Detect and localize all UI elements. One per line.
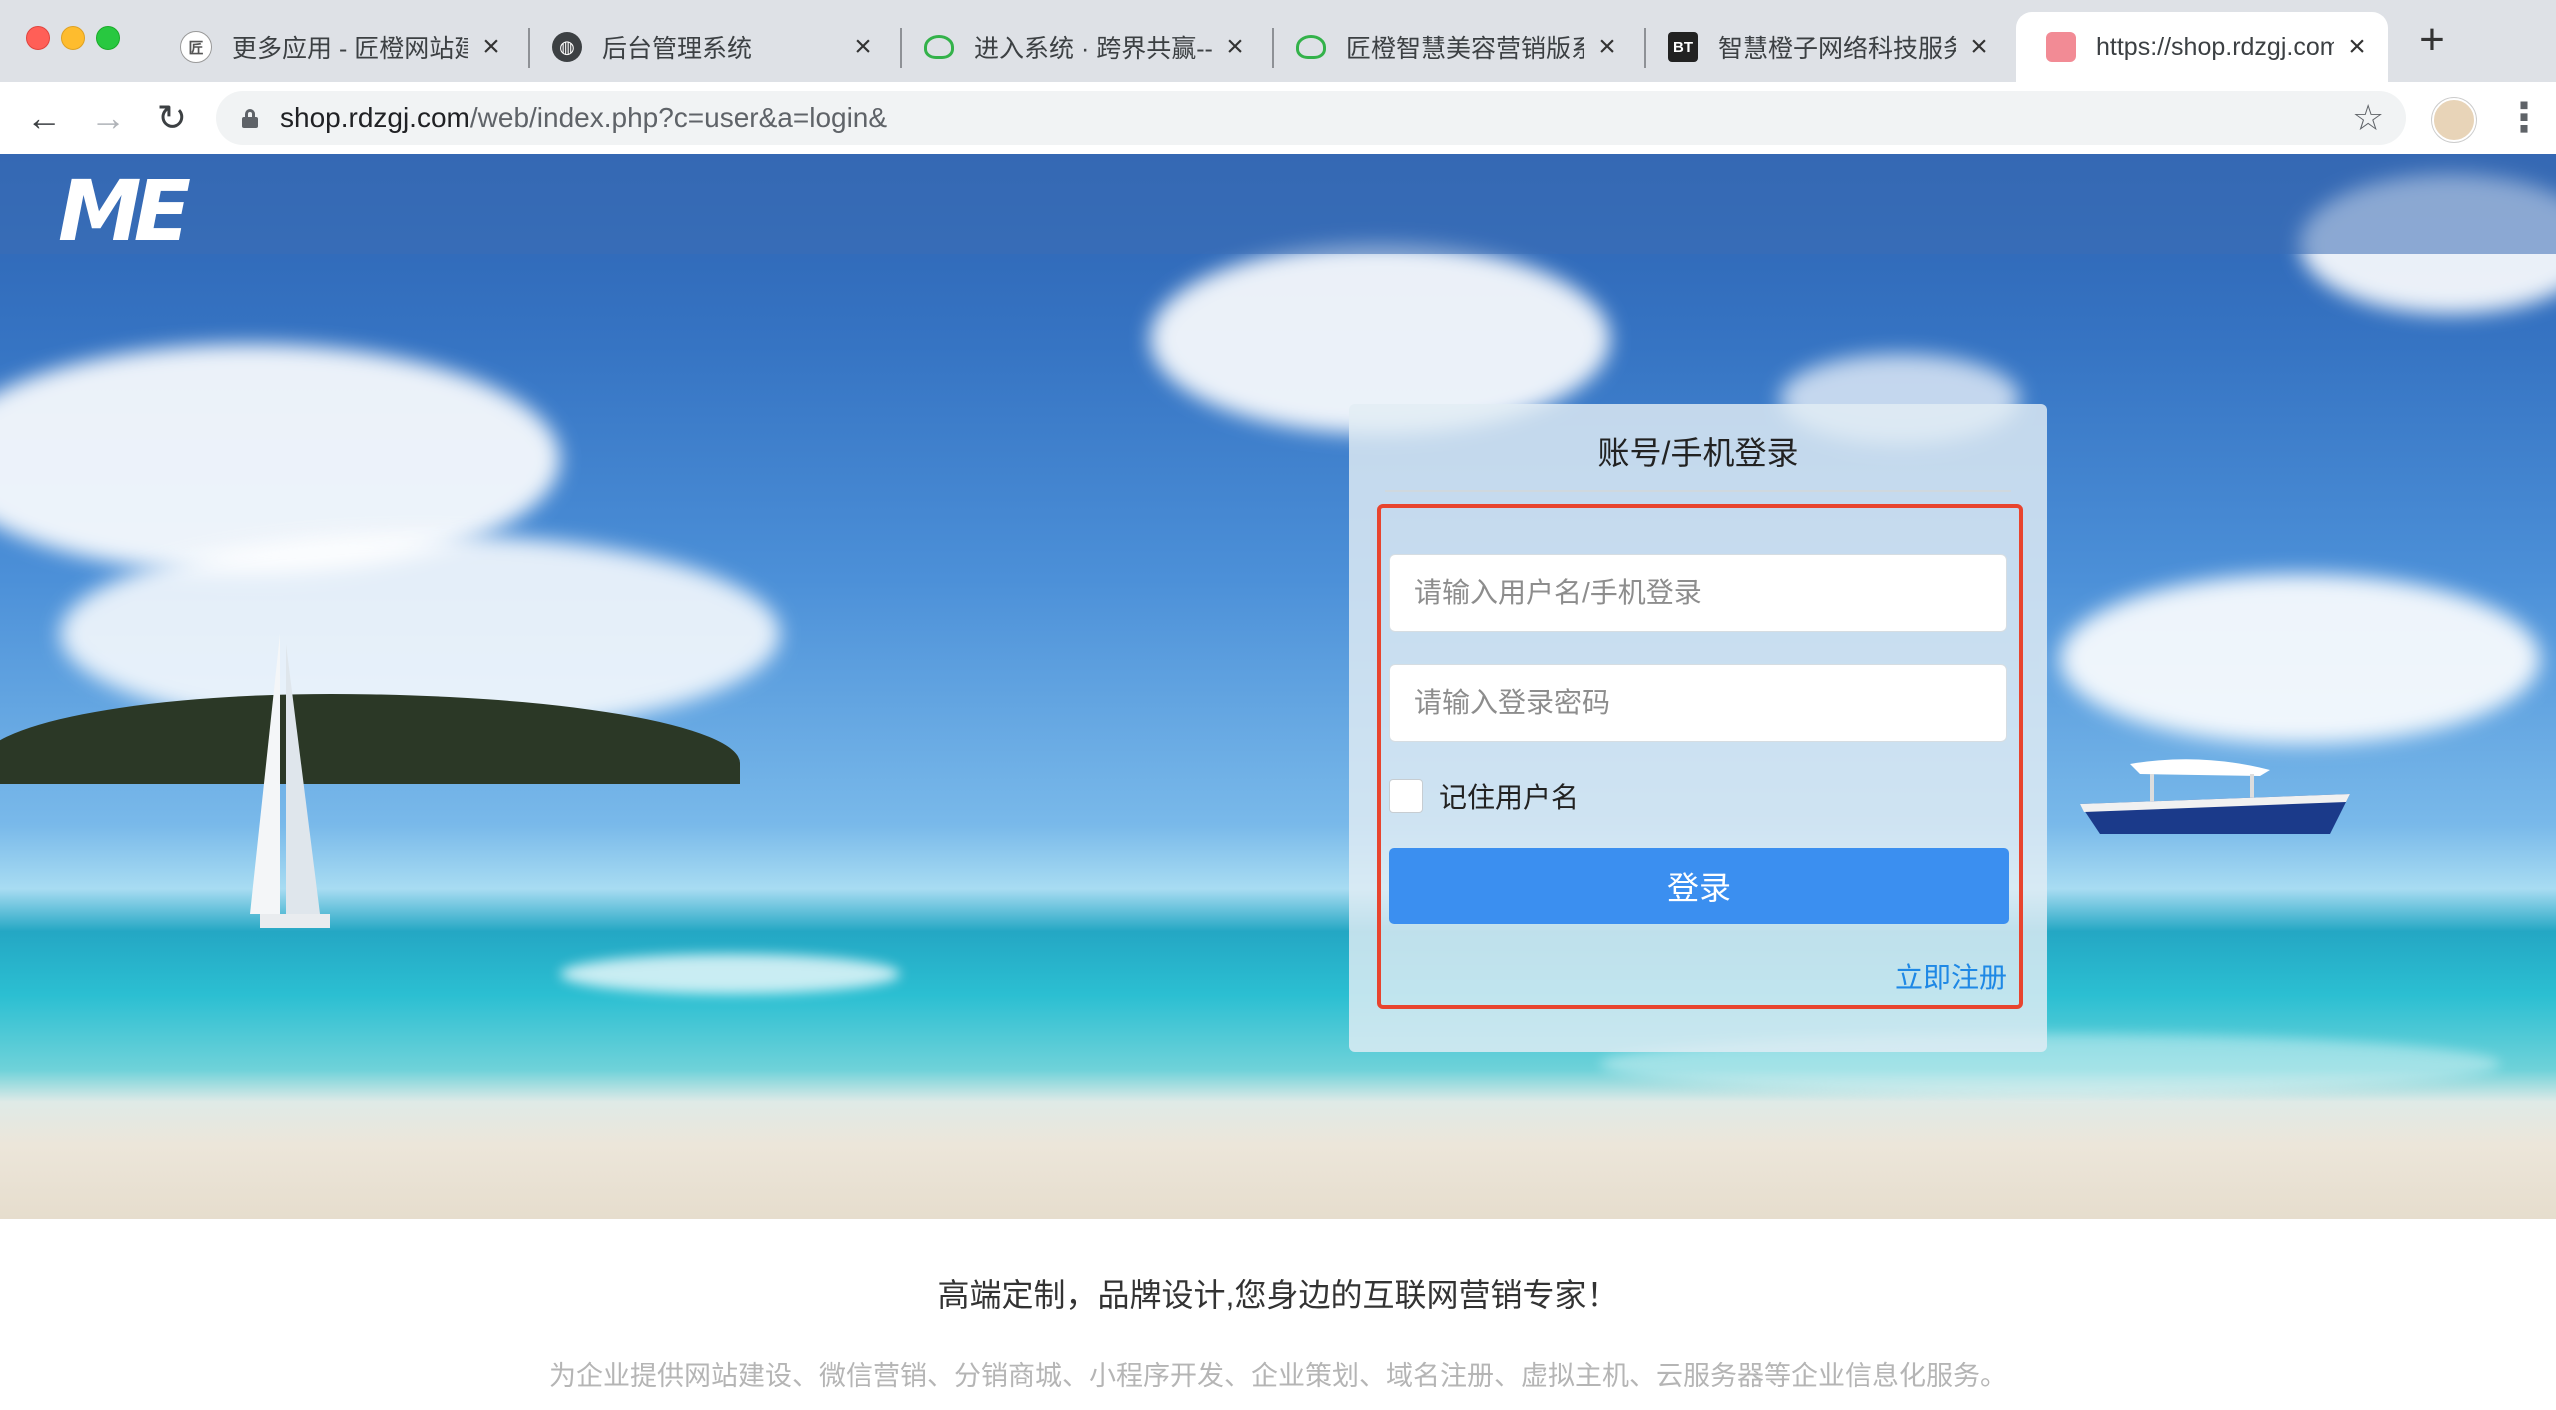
tab-close-icon[interactable]: × <box>1592 30 1622 64</box>
globe-icon: ◍ <box>552 32 582 62</box>
cloud-shape <box>2060 574 2540 744</box>
green-cloud-icon <box>924 35 954 59</box>
tab-title: 进入系统 · 跨界共赢-- <box>974 35 1212 63</box>
bt-icon: BT <box>1668 32 1698 62</box>
site-logo[interactable]: ME <box>58 162 191 260</box>
site-logo-icon: 匠 <box>180 31 212 63</box>
new-tab-button[interactable]: + <box>2412 18 2452 62</box>
login-title: 账号/手机登录 <box>1597 435 1799 471</box>
login-button[interactable]: 登录 <box>1389 848 2009 924</box>
browser-tab-1[interactable]: 匠 更多应用 - 匠橙网站建 × <box>150 12 522 82</box>
footer-slogan: 高端定制，品牌设计,您身边的互联网营销专家！ <box>937 1277 1619 1313</box>
sailboat-image <box>250 634 330 928</box>
window-close-button[interactable] <box>26 26 50 50</box>
green-cloud-icon <box>1296 35 1326 59</box>
register-link[interactable]: 立即注册 <box>1895 956 2007 996</box>
browser-tab-strip: 匠 更多应用 - 匠橙网站建 × ◍ 后台管理系统 × 进入系统 · 跨界共赢-… <box>0 0 2556 82</box>
lock-icon[interactable] <box>242 109 258 128</box>
url-host: shop.rdzgj.com <box>280 102 470 133</box>
window-minimize-button[interactable] <box>61 26 85 50</box>
browser-tab-2[interactable]: ◍ 后台管理系统 × <box>522 12 894 82</box>
tab-title: 更多应用 - 匠橙网站建 <box>232 35 468 63</box>
browser-tab-6-active[interactable]: https://shop.rdzgj.com × <box>2016 12 2388 82</box>
password-input[interactable] <box>1389 664 2007 742</box>
browser-tab-5[interactable]: BT 智慧橙子网络科技服务 × <box>1638 12 2010 82</box>
tab-title: 后台管理系统 <box>602 35 753 63</box>
bookmark-star-icon[interactable]: ☆ <box>2352 98 2384 138</box>
browser-toolbar: ← → ↻ shop.rdzgj.com/web/index.php?c=use… <box>0 82 2556 155</box>
browser-tab-4[interactable]: 匠橙智慧美容营销版系 × <box>1266 12 1638 82</box>
username-input[interactable] <box>1389 554 2007 632</box>
url-text: shop.rdzgj.com/web/index.php?c=user&a=lo… <box>280 102 887 134</box>
tab-title: 智慧橙子网络科技服务 <box>1718 35 1956 63</box>
footer-description: 为企业提供网站建设、微信营销、分销商城、小程序开发、企业策划、域名注册、虚拟主机… <box>549 1361 2007 1391</box>
window-maximize-button[interactable] <box>96 26 120 50</box>
tab-title: 匠橙智慧美容营销版系 <box>1346 35 1584 63</box>
tab-close-icon[interactable]: × <box>848 30 878 64</box>
hero-background: ME 账号/手机登录 记住用户名 登录 立即注册 <box>0 154 2556 1219</box>
tab-close-icon[interactable]: × <box>476 30 506 64</box>
tab-close-icon[interactable]: × <box>1964 30 1994 64</box>
tab-close-icon[interactable]: × <box>2342 30 2372 64</box>
browser-tab-3[interactable]: 进入系统 · 跨界共赢-- × <box>894 12 1266 82</box>
motorboat-image <box>2080 759 2350 834</box>
reload-icon[interactable]: ↻ <box>150 96 194 140</box>
profile-avatar[interactable] <box>2432 98 2476 142</box>
wave-foam <box>560 954 900 994</box>
pink-site-icon <box>2046 32 2076 62</box>
site-header: ME <box>0 154 2556 260</box>
tab-title: https://shop.rdzgj.com <box>2096 32 2334 61</box>
remember-label[interactable]: 记住用户名 <box>1439 776 1579 816</box>
tab-close-icon[interactable]: × <box>1220 30 1250 64</box>
back-icon[interactable]: ← <box>22 96 66 140</box>
browser-menu-icon[interactable]: ⋮ <box>2504 96 2544 140</box>
address-bar[interactable]: shop.rdzgj.com/web/index.php?c=user&a=lo… <box>216 91 2406 145</box>
remember-checkbox[interactable] <box>1389 779 1423 813</box>
url-path: /web/index.php?c=user&a=login& <box>469 102 888 133</box>
title-divider <box>1385 490 2011 492</box>
remember-username[interactable]: 记住用户名 <box>1389 776 1579 816</box>
forward-icon[interactable]: → <box>86 96 130 140</box>
login-card: 账号/手机登录 记住用户名 登录 立即注册 <box>1349 404 2047 1052</box>
